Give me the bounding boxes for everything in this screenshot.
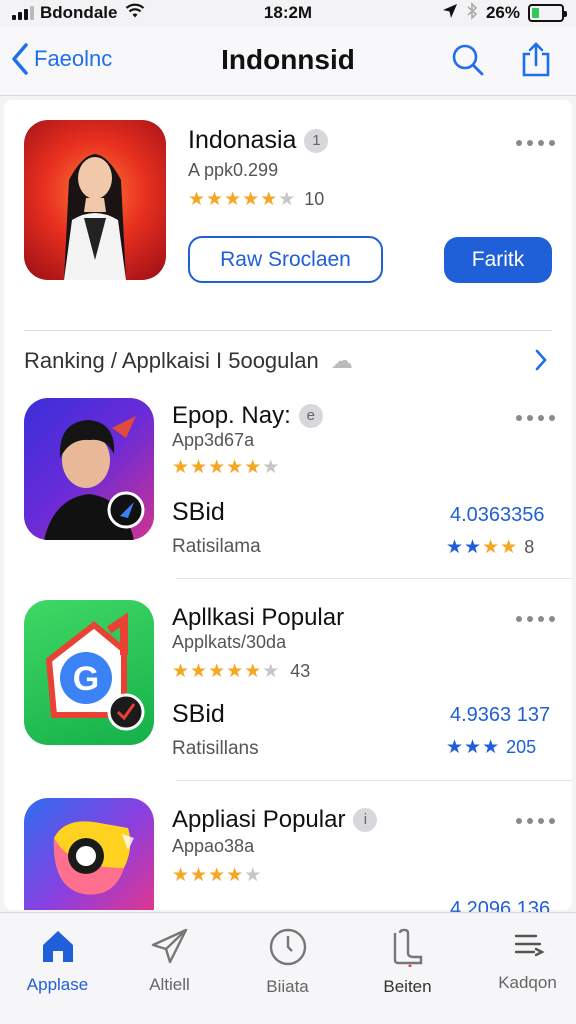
app-line2-2: SBid	[172, 700, 225, 728]
chevron-right-icon	[535, 349, 547, 371]
location-arrow-icon	[442, 3, 458, 24]
app-subtitle-3: Appao38a	[172, 836, 255, 856]
bluetooth-icon	[466, 1, 478, 25]
app-rating-2: ★ ★ ★ ★ ★ ★ 43	[172, 660, 310, 683]
featured-app-title: Indonasia	[188, 126, 297, 154]
star-rating: ★ ★ ★	[446, 737, 499, 758]
status-bar: Bdondale 18:2M 26%	[0, 0, 576, 26]
bell-icon	[393, 928, 422, 967]
svg-text:G: G	[73, 660, 99, 698]
star-rating: ★ ★ ★ ★ ★ ★	[172, 457, 279, 478]
wifi-icon	[125, 3, 145, 24]
paper-plane-icon	[151, 928, 187, 964]
tab-bar: Applase Altiell Biiata Beiten Kadqon	[0, 912, 576, 1024]
section-header[interactable]: Ranking / Applkaisi I 5oogulan ☁	[24, 348, 353, 374]
app-rating-1: ★ ★ ★ ★ ★ ★	[172, 456, 279, 479]
featured-app-subtitle: A ppk0.299	[188, 160, 279, 180]
app-line3-1: Ratisilama	[172, 536, 261, 557]
app-icon-2[interactable]: G	[24, 600, 154, 745]
app-subtitle-2: Applkats/30da	[172, 632, 287, 652]
tab-menu[interactable]: Kadqon	[470, 913, 576, 1024]
share-button[interactable]	[518, 42, 554, 78]
more-options-button[interactable]	[516, 140, 555, 146]
info-badge: e	[298, 403, 323, 428]
star-rating: ★ ★ ★ ★ ★	[172, 865, 261, 886]
star-rating: ★ ★ ★ ★ ★ ★	[172, 661, 279, 682]
rating-count: 10	[304, 189, 325, 209]
app-name-3: Appliasi Popular i	[172, 806, 378, 834]
home-icon	[42, 931, 73, 962]
content-card: Indonasia 1 A ppk0.299 ★ ★ ★ ★ ★ ★ 10 Raw Sroc…	[4, 100, 572, 920]
featured-app-name: Indonasia 1	[188, 126, 329, 155]
tab-home[interactable]: Applase	[0, 913, 115, 1024]
see-all-button[interactable]	[534, 348, 548, 377]
app-right-rating-1: ★ ★ ★ ★ 8	[446, 536, 534, 559]
tab-label: Applase	[26, 975, 89, 994]
secondary-action-button[interactable]: Raw Sroclaen	[188, 236, 383, 283]
app-title-3: Appliasi Popular	[172, 806, 346, 833]
get-button[interactable]: Faritk	[444, 237, 552, 283]
app-line2-1: SBid	[172, 498, 225, 526]
battery-icon	[528, 4, 567, 22]
featured-rating: ★ ★ ★ ★ ★ ★ 10	[188, 188, 324, 211]
signal-icon	[12, 6, 34, 20]
featured-app-icon[interactable]	[24, 120, 166, 280]
cloud-icon: ☁	[330, 348, 353, 373]
info-badge: i	[353, 807, 378, 832]
rating-count: 43	[290, 661, 311, 681]
row-divider	[176, 578, 572, 579]
app-icon-3[interactable]	[24, 798, 154, 910]
app-subtitle-1: App3d67a	[172, 430, 255, 450]
chevron-left-icon	[12, 43, 28, 75]
app-line3-2: Ratisillans	[172, 738, 259, 759]
app-value-2: 4.9363 137	[450, 704, 551, 726]
tab-label: Biiata	[266, 977, 309, 996]
battery-percent: 26%	[485, 3, 520, 22]
search-icon	[452, 44, 484, 76]
share-icon	[522, 42, 550, 77]
tab-label: Altiell	[149, 975, 190, 994]
more-options-button[interactable]	[516, 818, 555, 824]
more-options-button[interactable]	[516, 415, 555, 421]
right-rating-count: 205	[506, 737, 537, 757]
star-rating: ★ ★ ★ ★ ★ ★	[188, 189, 295, 210]
menu-list-icon	[514, 934, 545, 957]
app-rating-3: ★ ★ ★ ★ ★	[172, 864, 261, 887]
app-right-rating-2: ★ ★ ★ 205	[446, 736, 536, 759]
tab-send[interactable]: Altiell	[112, 913, 227, 1024]
tab-label: Beiten	[383, 977, 432, 996]
row-divider	[176, 780, 572, 781]
info-badge: 1	[304, 128, 329, 153]
tab-history[interactable]: Biiata	[230, 913, 345, 1024]
right-rating-count: 8	[524, 537, 535, 557]
search-button[interactable]	[450, 42, 486, 78]
navigation-bar: Faeolnc Indonnsid	[0, 26, 576, 96]
app-value-1: 4.0363356	[450, 504, 545, 526]
tab-label: Kadqon	[498, 973, 557, 992]
app-name-2: Apllkasi Popular	[172, 604, 345, 631]
section-title: Ranking / Applkaisi I 5oogulan	[24, 348, 319, 373]
carrier-name: Bdondale	[40, 3, 118, 22]
battery-level	[532, 8, 540, 18]
back-button[interactable]: Faeolnc	[10, 42, 112, 76]
app-icon-1[interactable]	[24, 398, 154, 540]
clock-icon	[269, 928, 306, 966]
app-title-1: Epop. Nay:	[172, 402, 291, 429]
star-rating: ★ ★ ★ ★	[446, 537, 517, 558]
divider	[24, 330, 552, 331]
app-name-1: Epop. Nay: e	[172, 402, 323, 430]
more-options-button[interactable]	[516, 616, 555, 622]
tab-notifications[interactable]: Beiten	[350, 913, 465, 1024]
back-label: Faeolnc	[34, 46, 113, 71]
